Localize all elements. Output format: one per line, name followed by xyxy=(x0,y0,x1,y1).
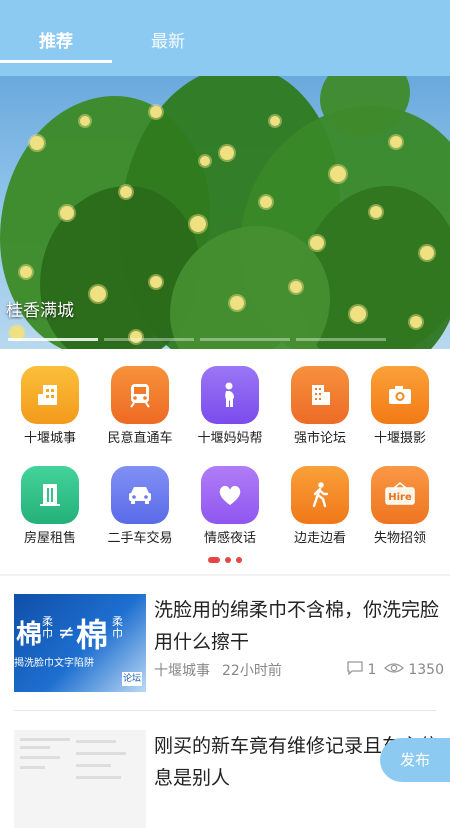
section-divider xyxy=(0,574,450,576)
banner-dot xyxy=(200,338,290,341)
thumb-text-left: 棉 xyxy=(16,620,43,650)
category-label: 失物招领 xyxy=(373,531,426,546)
article-card[interactable]: 棉 柔巾 ≠ 棉 柔巾 揭洗脸巾文字陷阱 论坛 洗脸用的绵柔巾不含棉，你洗完脸用… xyxy=(14,594,444,704)
category-item-emotion-talk[interactable]: 情感夜话 xyxy=(185,466,275,548)
category-label: 民意直通车 xyxy=(107,431,173,446)
category-label: 房屋租售 xyxy=(23,531,76,546)
category-label: 边走边看 xyxy=(293,531,346,546)
publish-button[interactable]: 发布 xyxy=(380,738,450,782)
top-tab-bar: 推荐 最新 xyxy=(0,0,450,76)
category-label: 二手车交易 xyxy=(107,531,173,546)
tab-latest[interactable]: 最新 xyxy=(112,0,224,62)
page-dot xyxy=(236,557,242,563)
thumb-neq: ≠ xyxy=(58,620,75,644)
comment-icon xyxy=(347,661,364,679)
page-dot xyxy=(225,557,231,563)
eye-icon xyxy=(384,661,405,679)
category-label: 情感夜话 xyxy=(203,531,256,546)
heart-icon xyxy=(201,466,259,524)
article-title: 洗脸用的绵柔巾不含棉，你洗完脸用什么擦干 xyxy=(154,599,440,653)
house-icon xyxy=(21,466,79,524)
thumb-tag: 论坛 xyxy=(122,672,142,686)
article-meta: 十堰城事 22小时前 1 1350 xyxy=(154,660,444,680)
category-item-housing[interactable]: 房屋租售 xyxy=(5,466,95,548)
article-source: 十堰城事 xyxy=(154,663,210,679)
walking-person-icon xyxy=(291,466,349,524)
building-icon xyxy=(21,366,79,424)
category-label: 十堰摄影 xyxy=(373,431,426,446)
article-time: 22小时前 xyxy=(222,663,282,679)
thumb-caption: 揭洗脸巾文字陷阱 xyxy=(14,658,94,669)
office-building-icon xyxy=(291,366,349,424)
category-item-walk-and-see[interactable]: 边走边看 xyxy=(275,466,365,548)
banner-dot xyxy=(8,338,98,341)
article-thumbnail xyxy=(14,730,146,828)
category-item-used-cars[interactable]: 二手车交易 xyxy=(95,466,185,548)
pregnant-mother-icon xyxy=(201,366,259,424)
category-item-photography[interactable]: 十堰摄影 xyxy=(355,366,445,448)
banner-dot xyxy=(104,338,194,341)
category-item-mothers-help[interactable]: 十堰妈妈帮 xyxy=(185,366,275,448)
category-label: 十堰城事 xyxy=(23,431,76,446)
hire-sign-icon: Hire xyxy=(371,466,429,524)
svg-text:Hire: Hire xyxy=(388,492,412,503)
category-label: 强市论坛 xyxy=(293,431,346,446)
tab-recommended[interactable]: 推荐 xyxy=(0,0,112,62)
category-item-public-opinion[interactable]: 民意直通车 xyxy=(95,366,185,448)
banner-indicator xyxy=(8,338,446,341)
grid-page-indicator xyxy=(0,556,450,564)
article-thumbnail: 棉 柔巾 ≠ 棉 柔巾 揭洗脸巾文字陷阱 论坛 xyxy=(14,594,146,692)
camera-icon xyxy=(371,366,429,424)
article-divider xyxy=(14,710,436,711)
active-tab-indicator xyxy=(0,60,112,63)
page-dot-active xyxy=(208,557,220,563)
category-label: 十堰妈妈帮 xyxy=(197,431,263,446)
thumb-text-small: 柔巾 xyxy=(112,615,123,640)
banner-title: 桂香满城 xyxy=(6,301,74,321)
view-count: 1350 xyxy=(408,662,444,678)
train-icon xyxy=(111,366,169,424)
banner-dot xyxy=(296,338,386,341)
category-item-shiyan-city-news[interactable]: 十堰城事 xyxy=(5,366,95,448)
thumb-text-big: 棉 xyxy=(76,616,109,654)
comment-count: 1 xyxy=(367,662,377,678)
article-card[interactable]: 刚买的新车竟有维修记录且车主信息是别人 xyxy=(14,730,439,828)
category-grid: 十堰城事 民意直通车 十堰妈妈帮 强市论坛 十堰摄影 房屋租售 二手车交易 情感… xyxy=(0,357,450,547)
thumb-text-small: 柔巾 xyxy=(42,615,53,640)
category-item-lost-and-found[interactable]: Hire 失物招领 xyxy=(355,466,445,548)
article-stats: 1 1350 xyxy=(347,661,444,679)
category-item-city-forum[interactable]: 强市论坛 xyxy=(275,366,365,448)
car-icon xyxy=(111,466,169,524)
